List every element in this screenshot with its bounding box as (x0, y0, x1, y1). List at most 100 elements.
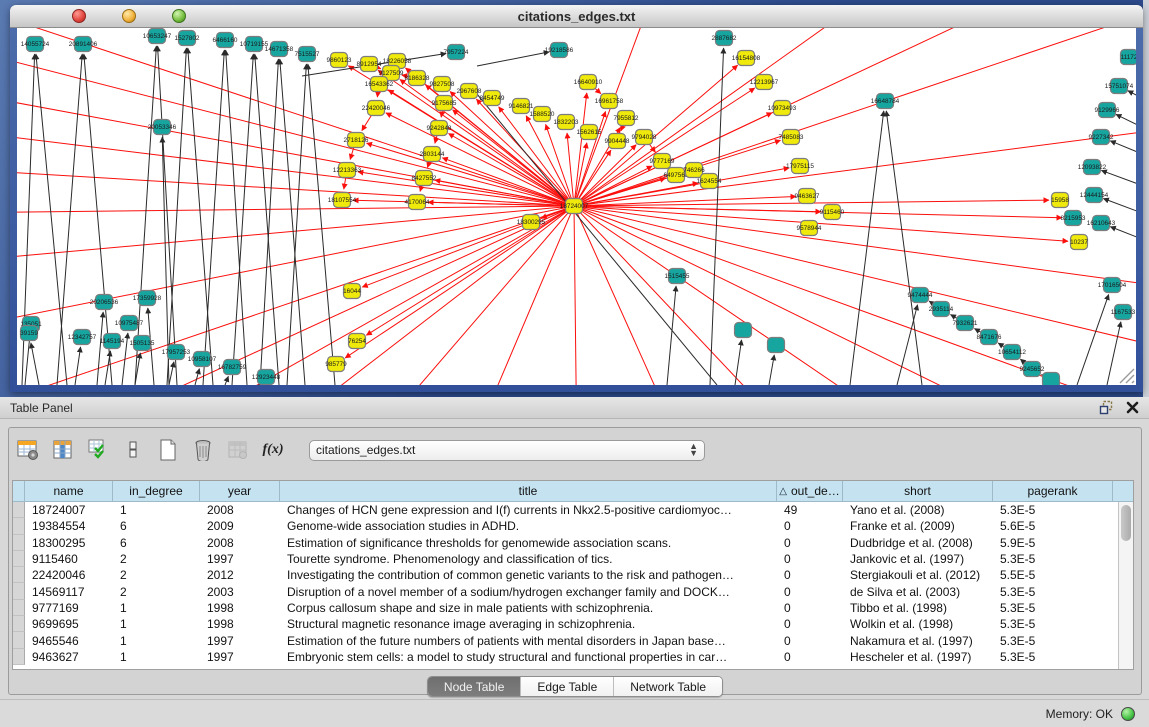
graph-node-yellow[interactable]: 16961758 (595, 94, 624, 109)
table-row[interactable]: 977716911998Corpus callosum shape and si… (13, 600, 1133, 616)
graph-node-yellow[interactable]: 9904448 (605, 134, 630, 149)
tab-node-table[interactable]: Node Table (428, 677, 522, 696)
graph-node-teal[interactable]: 1167533 (1111, 305, 1136, 320)
table-row[interactable]: 1938455462009Genome-wide association stu… (13, 518, 1133, 534)
graph-node-yellow[interactable]: 18107554 (328, 193, 357, 208)
table-select-dropdown[interactable]: citations_edges.txt ▲▼ (309, 440, 705, 461)
table-cell[interactable]: 5.5E-5 (993, 567, 1113, 583)
graph-node-teal[interactable]: 7957224 (444, 45, 469, 60)
graph-node-teal[interactable]: 12444154 (1080, 188, 1109, 203)
table-cell[interactable]: 2012 (200, 567, 280, 583)
table-cell[interactable]: 5.3E-5 (993, 600, 1113, 616)
graph-node-yellow[interactable]: 8454749 (480, 91, 505, 106)
graph-node-teal[interactable]: 16782759 (218, 360, 247, 375)
table-cell[interactable]: 14569117 (25, 583, 113, 599)
graph-node-teal[interactable]: 20053346 (148, 120, 177, 135)
table-cell[interactable]: 1998 (200, 616, 280, 632)
table-cell[interactable]: 2003 (200, 583, 280, 599)
table-cell[interactable]: 5.9E-5 (993, 535, 1113, 551)
table-cell[interactable]: 0 (777, 583, 843, 599)
table-cell[interactable]: 9777169 (25, 600, 113, 616)
function-builder-icon[interactable]: f(x) (262, 439, 284, 461)
table-cell[interactable]: 1 (113, 502, 200, 518)
column-stack-icon[interactable] (122, 439, 144, 461)
graph-node-teal[interactable] (768, 338, 785, 353)
table-cell[interactable]: 5.3E-5 (993, 616, 1113, 632)
graph-node-yellow[interactable]: 17975115 (786, 159, 814, 174)
graph-node-yellow[interactable]: 985779 (325, 357, 347, 372)
graph-node-teal[interactable]: 14055724 (21, 37, 50, 52)
table-cell[interactable]: Investigating the contribution of common… (280, 567, 777, 583)
table-cell[interactable]: Wolkin et al. (1998) (843, 616, 993, 632)
graph-node-yellow[interactable]: 16044 (343, 284, 361, 299)
table-cell[interactable]: 1997 (200, 551, 280, 567)
graph-node-teal[interactable]: 8471676 (977, 330, 1002, 345)
table-cell[interactable]: 5.6E-5 (993, 518, 1113, 534)
table-row[interactable]: 969969511998Structural magnetic resonanc… (13, 616, 1133, 632)
graph-node-teal[interactable] (735, 323, 752, 338)
graph-node-teal[interactable]: 6466160 (213, 33, 238, 48)
graph-node-teal[interactable]: 39159 (20, 326, 38, 341)
tab-network-table[interactable]: Network Table (614, 677, 722, 696)
graph-node-yellow[interactable]: 7485083 (779, 130, 804, 145)
table-cell[interactable]: Stergiakouli et al. (2012) (843, 567, 993, 583)
graph-node-yellow[interactable]: 9175685 (432, 96, 457, 111)
zoom-window-button[interactable] (172, 9, 186, 23)
graph-node-teal[interactable]: 1515455 (665, 269, 690, 284)
graph-node-yellow[interactable]: 76254 (348, 334, 366, 349)
graph-node-yellow[interactable]: 9860123 (327, 53, 352, 68)
column-header-name[interactable]: name (25, 481, 113, 501)
table-cell[interactable]: Changes of HCN gene expression and I(f) … (280, 502, 777, 518)
graph-node-teal[interactable]: 19218586 (545, 43, 574, 58)
graph-node-teal[interactable]: 17016504 (1098, 278, 1127, 293)
table-cell[interactable]: 2 (113, 567, 200, 583)
table-cell[interactable]: Genome-wide association studies in ADHD. (280, 518, 777, 534)
table-row[interactable]: 946362711997Embryonic stem cells: a mode… (13, 649, 1133, 665)
graph-node-yellow[interactable]: 12213967 (750, 75, 779, 90)
table-cell[interactable]: Nakamura et al. (1997) (843, 632, 993, 648)
table-cell[interactable]: 5.3E-5 (993, 502, 1113, 518)
graph-node-yellow[interactable]: 9463627 (795, 189, 820, 204)
graph-node-yellow[interactable]: 1832203 (554, 115, 579, 130)
table-cell[interactable]: Estimation of the future numbers of pati… (280, 632, 777, 648)
table-cell[interactable]: 9699695 (25, 616, 113, 632)
vertical-scrollbar[interactable] (1118, 502, 1133, 669)
tab-edge-table[interactable]: Edge Table (521, 677, 614, 696)
table-cell[interactable]: 18724007 (25, 502, 113, 518)
table-cell[interactable]: Franke et al. (2009) (843, 518, 993, 534)
graph-node-yellow[interactable]: 16154808 (732, 51, 761, 66)
graph-node-teal[interactable]: 1145194 (100, 334, 125, 349)
graph-node-teal[interactable]: 9129966 (1095, 103, 1120, 118)
table-cell[interactable]: Corpus callosum shape and size in male p… (280, 600, 777, 616)
close-icon[interactable] (1126, 401, 1139, 414)
graph-node-teal[interactable]: 12923448 (252, 370, 281, 385)
table-row[interactable]: 2242004622012Investigating the contribut… (13, 567, 1133, 583)
graph-node-teal[interactable]: 20206536 (90, 295, 119, 310)
table-cell[interactable]: 0 (777, 632, 843, 648)
table-cell[interactable]: 6 (113, 535, 200, 551)
graph-node-teal[interactable] (1043, 373, 1060, 386)
table-cell[interactable]: 5.3E-5 (993, 551, 1113, 567)
table-cell[interactable]: Hescheler et al. (1997) (843, 649, 993, 665)
table-cell[interactable]: Disruption of a novel member of a sodium… (280, 583, 777, 599)
graph-node-teal[interactable]: 16210643 (1087, 216, 1116, 231)
scrollbar-thumb[interactable] (1121, 505, 1131, 541)
table-cell[interactable]: 5.3E-5 (993, 632, 1113, 648)
table-cell[interactable]: Tourette syndrome. Phenomenology and cla… (280, 551, 777, 567)
graph-node-yellow[interactable]: 7955812 (614, 111, 639, 126)
graph-node-teal[interactable]: 20891406 (69, 37, 98, 52)
table-cell[interactable]: 1998 (200, 600, 280, 616)
resize-grip[interactable] (1113, 362, 1135, 384)
graph-node-yellow[interactable]: 9115460 (820, 205, 845, 220)
column-header-out_de…[interactable]: △out_de… (777, 481, 843, 501)
table-cell[interactable]: Dudbridge et al. (2008) (843, 535, 993, 551)
graph-node-teal[interactable]: 2935114 (929, 302, 954, 317)
graph-node-yellow[interactable]: 15958 (1051, 193, 1069, 208)
graph-node-yellow[interactable]: 9777169 (650, 154, 675, 169)
graph-node-yellow[interactable]: 9794028 (632, 130, 657, 145)
graph-node-teal[interactable]: 11172 (1121, 50, 1137, 65)
table-cell[interactable]: Jankovic et al. (1997) (843, 551, 993, 567)
graph-node-teal[interactable]: 9227342 (1089, 130, 1114, 145)
minimize-window-button[interactable] (122, 9, 136, 23)
table-cell[interactable]: 1 (113, 632, 200, 648)
